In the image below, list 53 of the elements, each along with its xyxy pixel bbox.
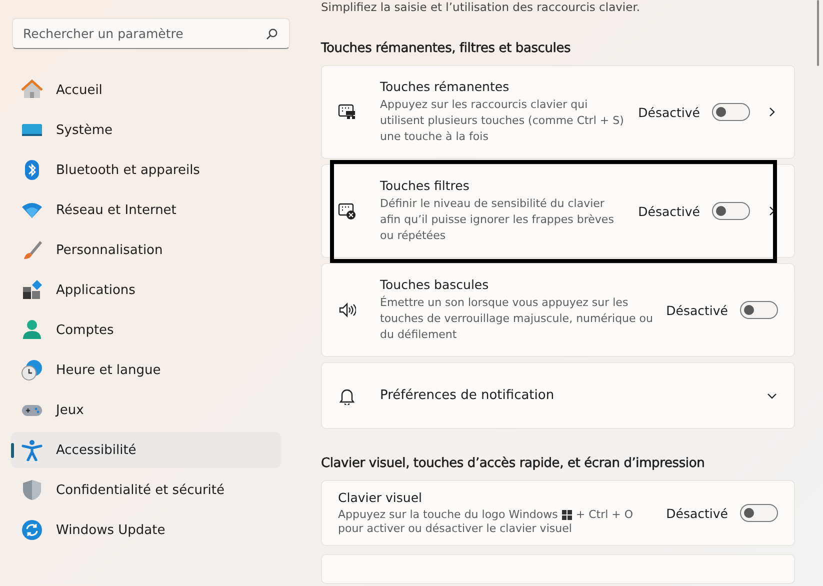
nav-item[interactable]: Accueil [11,72,281,108]
intro-text: Simplifiez la saisie et l’utilisation des raccourcis clavier. [321,0,642,14]
section-heading: Touches rémanentes, filtres et bascules [321,41,572,56]
nav-item[interactable]: Réseau et Internet [11,192,281,228]
setting-description: + Ctrl + O [576,508,634,522]
bell-icon [338,386,356,404]
state-label: Désactivé [666,506,728,520]
nav-item[interactable]: Jeux [11,392,281,428]
keyboard-icon [338,202,356,220]
home-icon [21,79,43,101]
toggle-switch[interactable] [740,301,778,319]
setting-description: Définir le niveau de sensibilité du clavier afin qu’il puisse ignorer les frappes brèves ou répétées [380,196,615,244]
scrollbar[interactable] [817,0,819,66]
nav-item[interactable]: Bluetooth et appareils [11,152,281,188]
state-label: Désactivé [666,302,728,318]
setting-description: Appuyez sur les raccourcis clavier qui utilisent plusieurs touches (comme Ctrl + S) une touche à la fois [380,97,625,145]
setting-description: pour activer ou désactiver le clavier visuel [338,522,572,536]
selection-indicator [11,443,14,458]
setting-title: Préférences de notification [380,388,556,403]
setting-title: Touches filtres [380,178,470,193]
nav-item[interactable]: Applications [11,272,281,308]
nav-item[interactable]: Personnalisation [11,232,281,268]
clock-globe-icon [21,359,43,381]
setting-title: Touches bascules [380,277,490,292]
accessibility-icon [21,439,43,461]
nav-item[interactable]: Système [11,112,281,148]
brush-icon [21,239,43,261]
nav-item[interactable]: Windows Update [11,512,281,548]
speaker-icon [338,301,356,319]
nav-item[interactable]: Comptes [11,312,281,348]
setting-description: Appuyez sur la touche du logo Windows [338,508,558,522]
setting-card[interactable]: Touches rémanentes Appuyez sur les raccourcis clavier qui utilisent plusieurs touches (comme Ctrl + S) une touche à la fois Désactivé [321,65,795,159]
nav-item[interactable]: Heure et langue [11,352,281,388]
search-icon [266,28,278,40]
toggle-switch[interactable] [712,202,750,220]
setting-description: Émettre un son lorsque vous appuyez sur les touches de verrouillage majuscule, numérique ou du défilement [380,295,654,343]
toggle-switch[interactable] [712,103,750,121]
state-label: Désactivé [638,204,700,218]
state-label: Désactivé [638,104,700,120]
section-heading: Clavier visuel, touches d’accès rapide, et écran d’impression [321,456,706,471]
apps-icon [21,279,43,301]
setting-card[interactable]: Préférences de notification [321,362,795,429]
shield-icon [21,479,43,501]
windows-logo-icon [562,510,572,520]
setting-title: Clavier visuel [338,490,424,505]
setting-title: Touches rémanentes [380,79,510,94]
search-field[interactable]: Rechercher un paramètre [12,18,290,49]
sync-icon [21,519,43,541]
keyboard-icon [338,103,356,121]
nav-item[interactable]: Accessibilité [11,432,281,468]
toggle-switch[interactable] [740,504,778,522]
nav-item[interactable]: Confidentialité et sécurité [11,472,281,508]
person-icon [21,319,43,341]
